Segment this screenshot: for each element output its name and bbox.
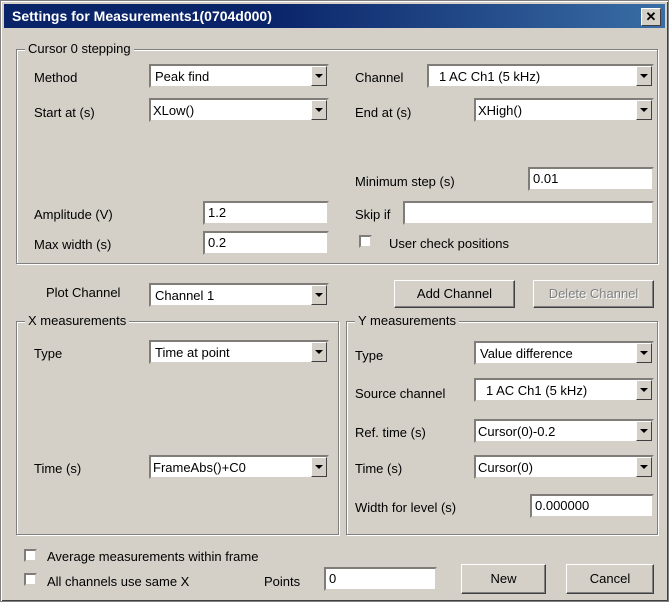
width-for-level-label: Width for level (s) bbox=[355, 500, 457, 515]
amplitude-input[interactable]: 1.2 bbox=[203, 201, 329, 225]
x-time-label: Time (s) bbox=[34, 461, 82, 476]
channel-label: Channel bbox=[355, 70, 404, 85]
points-label: Points bbox=[264, 574, 301, 589]
chevron-down-icon[interactable] bbox=[311, 285, 327, 305]
x-type-value: Time at point bbox=[155, 345, 230, 360]
method-value: Peak find bbox=[155, 69, 210, 84]
settings-dialog: Settings for Measurements1(0704d000) ✕ C… bbox=[0, 0, 669, 602]
method-select[interactable]: Peak find bbox=[149, 64, 329, 88]
y-type-select[interactable]: Value difference bbox=[474, 341, 654, 365]
minimum-step-input[interactable]: 0.01 bbox=[528, 167, 654, 191]
close-button[interactable]: ✕ bbox=[641, 8, 661, 26]
plot-channel-label: Plot Channel bbox=[46, 285, 121, 300]
close-icon: ✕ bbox=[645, 9, 657, 24]
new-label: New bbox=[490, 571, 517, 586]
delete-channel-label: Delete Channel bbox=[548, 286, 639, 301]
y-type-label: Type bbox=[355, 348, 384, 363]
start-at-label: Start at (s) bbox=[34, 105, 95, 120]
plot-channel-value: Channel 1 bbox=[155, 288, 215, 303]
max-width-label: Max width (s) bbox=[34, 237, 112, 252]
title-bar[interactable]: Settings for Measurements1(0704d000) ✕ bbox=[4, 4, 665, 28]
chevron-down-icon[interactable] bbox=[311, 100, 327, 120]
average-label[interactable]: Average measurements within frame bbox=[47, 549, 258, 564]
skip-if-label: Skip if bbox=[355, 207, 391, 222]
chevron-down-icon[interactable] bbox=[636, 100, 652, 120]
new-button[interactable]: New bbox=[461, 564, 546, 594]
chevron-down-icon[interactable] bbox=[311, 457, 327, 477]
chevron-down-icon[interactable] bbox=[636, 66, 652, 86]
user-check-checkbox[interactable] bbox=[359, 235, 372, 248]
ref-time-label: Ref. time (s) bbox=[355, 425, 426, 440]
source-channel-value: 1 AC Ch1 (5 kHz) bbox=[486, 383, 588, 398]
width-for-level-input[interactable]: 0.000000 bbox=[530, 494, 654, 518]
user-check-label[interactable]: User check positions bbox=[389, 236, 509, 251]
method-label: Method bbox=[34, 70, 78, 85]
ref-time-select[interactable]: Cursor(0)-0.2 bbox=[474, 419, 654, 443]
y-type-value: Value difference bbox=[480, 346, 573, 361]
cancel-label: Cancel bbox=[589, 571, 631, 586]
x-time-value: FrameAbs()+C0 bbox=[153, 460, 246, 475]
channel-value: 1 AC Ch1 (5 kHz) bbox=[439, 69, 541, 84]
delete-channel-button[interactable]: Delete Channel bbox=[533, 280, 654, 308]
average-checkbox[interactable] bbox=[24, 549, 37, 562]
y-time-label: Time (s) bbox=[355, 461, 403, 476]
chevron-down-icon[interactable] bbox=[311, 342, 327, 362]
x-time-select[interactable]: FrameAbs()+C0 bbox=[149, 455, 329, 479]
y-measurements-legend: Y measurements bbox=[355, 313, 460, 328]
plot-channel-select[interactable]: Channel 1 bbox=[149, 283, 329, 307]
source-channel-select[interactable]: 1 AC Ch1 (5 kHz) bbox=[474, 378, 654, 402]
y-time-select[interactable]: Cursor(0) bbox=[474, 455, 654, 479]
end-at-select[interactable]: XHigh() bbox=[474, 98, 654, 122]
channel-select[interactable]: 1 AC Ch1 (5 kHz) bbox=[427, 64, 654, 88]
source-channel-label: Source channel bbox=[355, 386, 446, 401]
points-input[interactable]: 0 bbox=[324, 567, 437, 591]
start-at-select[interactable]: XLow() bbox=[149, 98, 329, 122]
all-channels-label[interactable]: All channels use same X bbox=[47, 574, 189, 589]
end-at-value: XHigh() bbox=[478, 103, 523, 118]
add-channel-label: Add Channel bbox=[416, 286, 493, 301]
ref-time-value: Cursor(0)-0.2 bbox=[478, 424, 556, 439]
minimum-step-label: Minimum step (s) bbox=[355, 174, 455, 189]
cancel-button[interactable]: Cancel bbox=[566, 564, 654, 594]
chevron-down-icon[interactable] bbox=[636, 380, 652, 400]
x-type-select[interactable]: Time at point bbox=[149, 340, 329, 364]
amplitude-label: Amplitude (V) bbox=[34, 207, 113, 222]
dialog-title: Settings for Measurements1(0704d000) bbox=[12, 8, 272, 24]
chevron-down-icon[interactable] bbox=[311, 66, 327, 86]
chevron-down-icon[interactable] bbox=[636, 343, 652, 363]
all-channels-checkbox[interactable] bbox=[24, 573, 37, 586]
x-type-label: Type bbox=[34, 346, 63, 361]
chevron-down-icon[interactable] bbox=[636, 457, 652, 477]
add-channel-button[interactable]: Add Channel bbox=[394, 280, 515, 308]
chevron-down-icon[interactable] bbox=[636, 421, 652, 441]
y-time-value: Cursor(0) bbox=[478, 460, 533, 475]
max-width-input[interactable]: 0.2 bbox=[203, 231, 329, 255]
skip-if-input[interactable] bbox=[403, 201, 654, 225]
end-at-label: End at (s) bbox=[355, 105, 412, 120]
x-measurements-legend: X measurements bbox=[25, 313, 130, 328]
start-at-value: XLow() bbox=[153, 103, 195, 118]
cursor-stepping-legend: Cursor 0 stepping bbox=[25, 41, 134, 56]
